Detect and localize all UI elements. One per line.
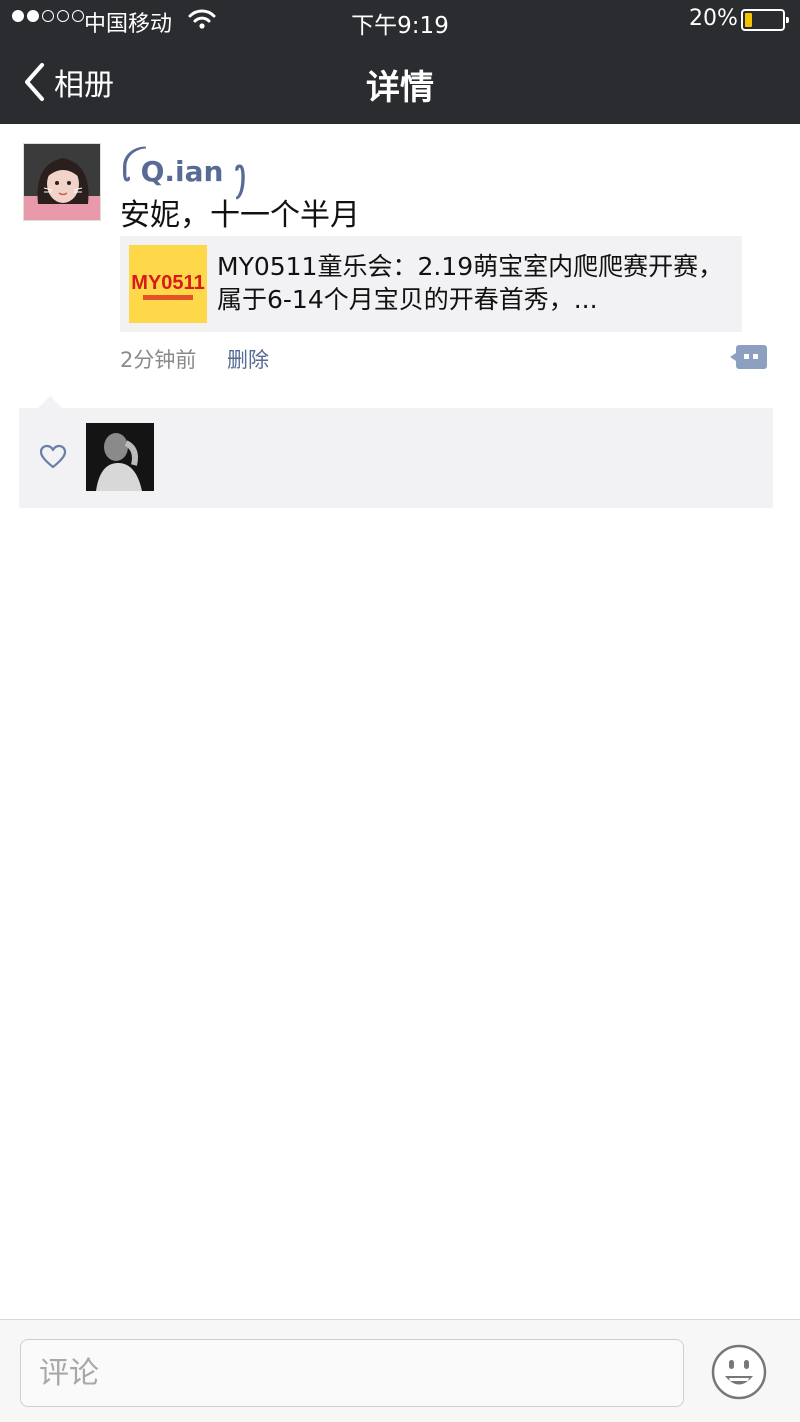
status-time: 下午9:19 [351, 13, 449, 39]
moments-detail-screen: 中国移动 下午9:19 20% 相册 详情 ꪶ Q.ian ꫂ 安妮，十一个半月… [0, 0, 800, 1422]
share-thumbnail: MY0511 [129, 245, 207, 323]
shared-link-card[interactable]: MY0511 MY0511童乐会：2.19萌宝室内爬爬赛开赛，属于6-14个月宝… [120, 236, 742, 332]
comment-bubble-icon[interactable] [730, 343, 768, 371]
likes-panel [19, 408, 773, 508]
likes-pointer [38, 396, 62, 408]
header: 中国移动 下午9:19 20% 相册 详情 [0, 0, 800, 124]
nav-bar: 相册 详情 [0, 40, 800, 124]
comment-bar [0, 1319, 800, 1422]
battery-percent: 20% [689, 6, 738, 31]
liker-avatar[interactable] [86, 423, 154, 491]
emoji-icon[interactable] [710, 1343, 768, 1401]
author-avatar[interactable] [23, 143, 101, 221]
battery-level-fill [745, 13, 752, 27]
post-timestamp: 2分钟前 [120, 348, 197, 372]
comment-input[interactable] [20, 1339, 684, 1407]
share-thumb-logo: MY0511 [131, 272, 204, 294]
post-text: 安妮，十一个半月 [120, 198, 360, 233]
battery-icon [741, 9, 789, 31]
heart-icon [39, 444, 67, 469]
page-title: 详情 [366, 68, 434, 108]
delete-link[interactable]: 删除 [227, 344, 269, 374]
share-title: MY0511童乐会：2.19萌宝室内爬爬赛开赛，属于6-14个月宝贝的开春首秀，… [217, 252, 724, 314]
status-bar: 中国移动 下午9:19 20% [0, 0, 800, 40]
